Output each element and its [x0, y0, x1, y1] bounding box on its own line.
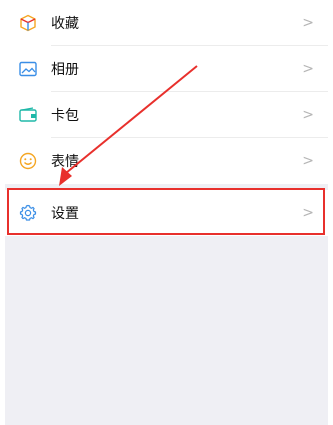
annotation-arrow	[59, 65, 198, 186]
